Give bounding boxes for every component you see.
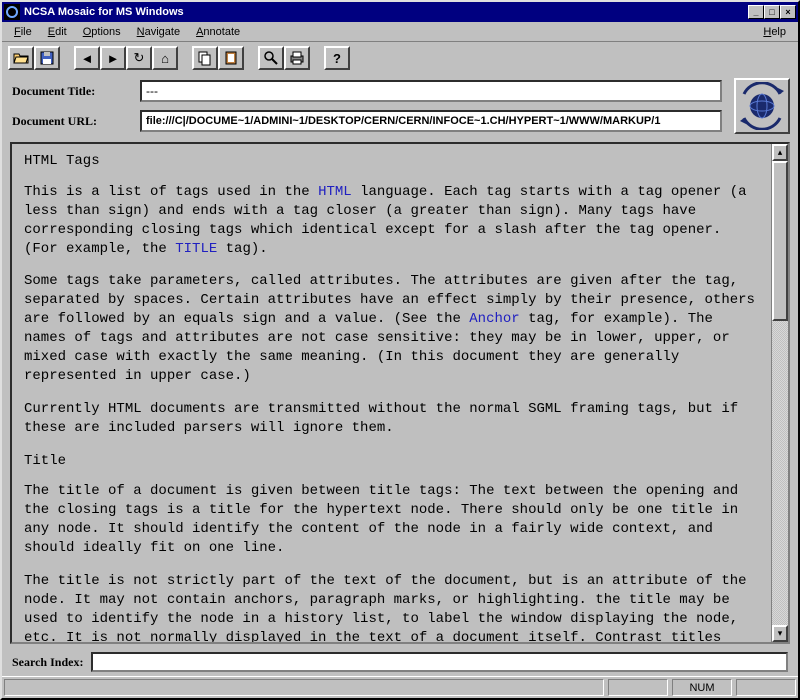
about-button[interactable]: ? [324, 46, 350, 70]
app-window: NCSA Mosaic for MS Windows _ □ × File Ed… [0, 0, 800, 700]
print-button[interactable] [284, 46, 310, 70]
status-num: NUM [672, 679, 732, 696]
titlebar: NCSA Mosaic for MS Windows _ □ × [2, 2, 798, 22]
back-button[interactable]: ◄ [74, 46, 100, 70]
status-blank [608, 679, 668, 696]
copy-button[interactable] [192, 46, 218, 70]
reload-icon: ↻ [134, 50, 145, 66]
menu-help[interactable]: Help [755, 24, 794, 40]
print-icon [289, 50, 305, 66]
copy-icon [197, 50, 213, 66]
scroll-down-button[interactable]: ▾ [772, 625, 788, 642]
menu-edit[interactable]: Edit [40, 24, 75, 40]
menu-navigate[interactable]: Navigate [129, 24, 188, 40]
floppy-icon [39, 50, 55, 66]
paste-button[interactable] [218, 46, 244, 70]
minimize-button[interactable]: _ [748, 5, 764, 19]
paragraph: This is a list of tags used in the HTML … [24, 183, 759, 259]
status-blank2 [736, 679, 796, 696]
doc-url-label: Document URL: [12, 114, 130, 129]
menu-options[interactable]: Options [75, 24, 129, 40]
document-viewport: HTML Tags This is a list of tags used in… [10, 142, 790, 644]
menu-annotate[interactable]: Annotate [188, 24, 248, 40]
search-input[interactable] [91, 652, 788, 672]
paragraph: The title of a document is given between… [24, 482, 759, 558]
doc-url-field[interactable] [140, 110, 722, 132]
search-panel: Search Index: [2, 648, 798, 676]
doc-title-field[interactable] [140, 80, 722, 102]
close-button[interactable]: × [780, 5, 796, 19]
forward-icon: ► [107, 51, 120, 66]
link-anchor[interactable]: Anchor [469, 311, 519, 327]
doc-title-label: Document Title: [12, 84, 130, 99]
paragraph: Currently HTML documents are transmitted… [24, 400, 759, 438]
maximize-button[interactable]: □ [764, 5, 780, 19]
status-message [4, 679, 604, 696]
mosaic-logo-button[interactable] [734, 78, 790, 134]
scroll-up-button[interactable]: ▴ [772, 144, 788, 161]
back-icon: ◄ [81, 51, 94, 66]
globe-icon [738, 82, 786, 130]
reload-button[interactable]: ↻ [126, 46, 152, 70]
forward-button[interactable]: ► [100, 46, 126, 70]
paragraph: The title is not strictly part of the te… [24, 572, 759, 642]
paste-icon [223, 50, 239, 66]
link-title[interactable]: TITLE [175, 241, 217, 257]
folder-open-icon [13, 50, 29, 66]
paragraph: Some tags take parameters, called attrib… [24, 272, 759, 385]
heading-html-tags: HTML Tags [24, 152, 759, 171]
scroll-track[interactable] [772, 161, 788, 625]
heading-title: Title [24, 452, 759, 471]
save-button[interactable] [34, 46, 60, 70]
system-menu-icon[interactable] [4, 4, 20, 20]
vertical-scrollbar[interactable]: ▴ ▾ [771, 144, 788, 642]
find-icon [263, 50, 279, 66]
window-title: NCSA Mosaic for MS Windows [24, 6, 748, 18]
document-content: HTML Tags This is a list of tags used in… [12, 144, 771, 642]
link-html[interactable]: HTML [318, 184, 352, 200]
home-icon: ⌂ [161, 51, 169, 66]
open-button[interactable] [8, 46, 34, 70]
question-icon: ? [333, 51, 341, 66]
menubar: File Edit Options Navigate Annotate Help [2, 22, 798, 42]
menu-file[interactable]: File [6, 24, 40, 40]
url-panel: Document Title: Document URL: [2, 74, 798, 142]
home-button[interactable]: ⌂ [152, 46, 178, 70]
toolbar: ◄ ► ↻ ⌂ ? [2, 42, 798, 74]
statusbar: NUM [2, 676, 798, 698]
find-button[interactable] [258, 46, 284, 70]
scroll-thumb[interactable] [772, 161, 788, 321]
search-label: Search Index: [12, 655, 83, 670]
